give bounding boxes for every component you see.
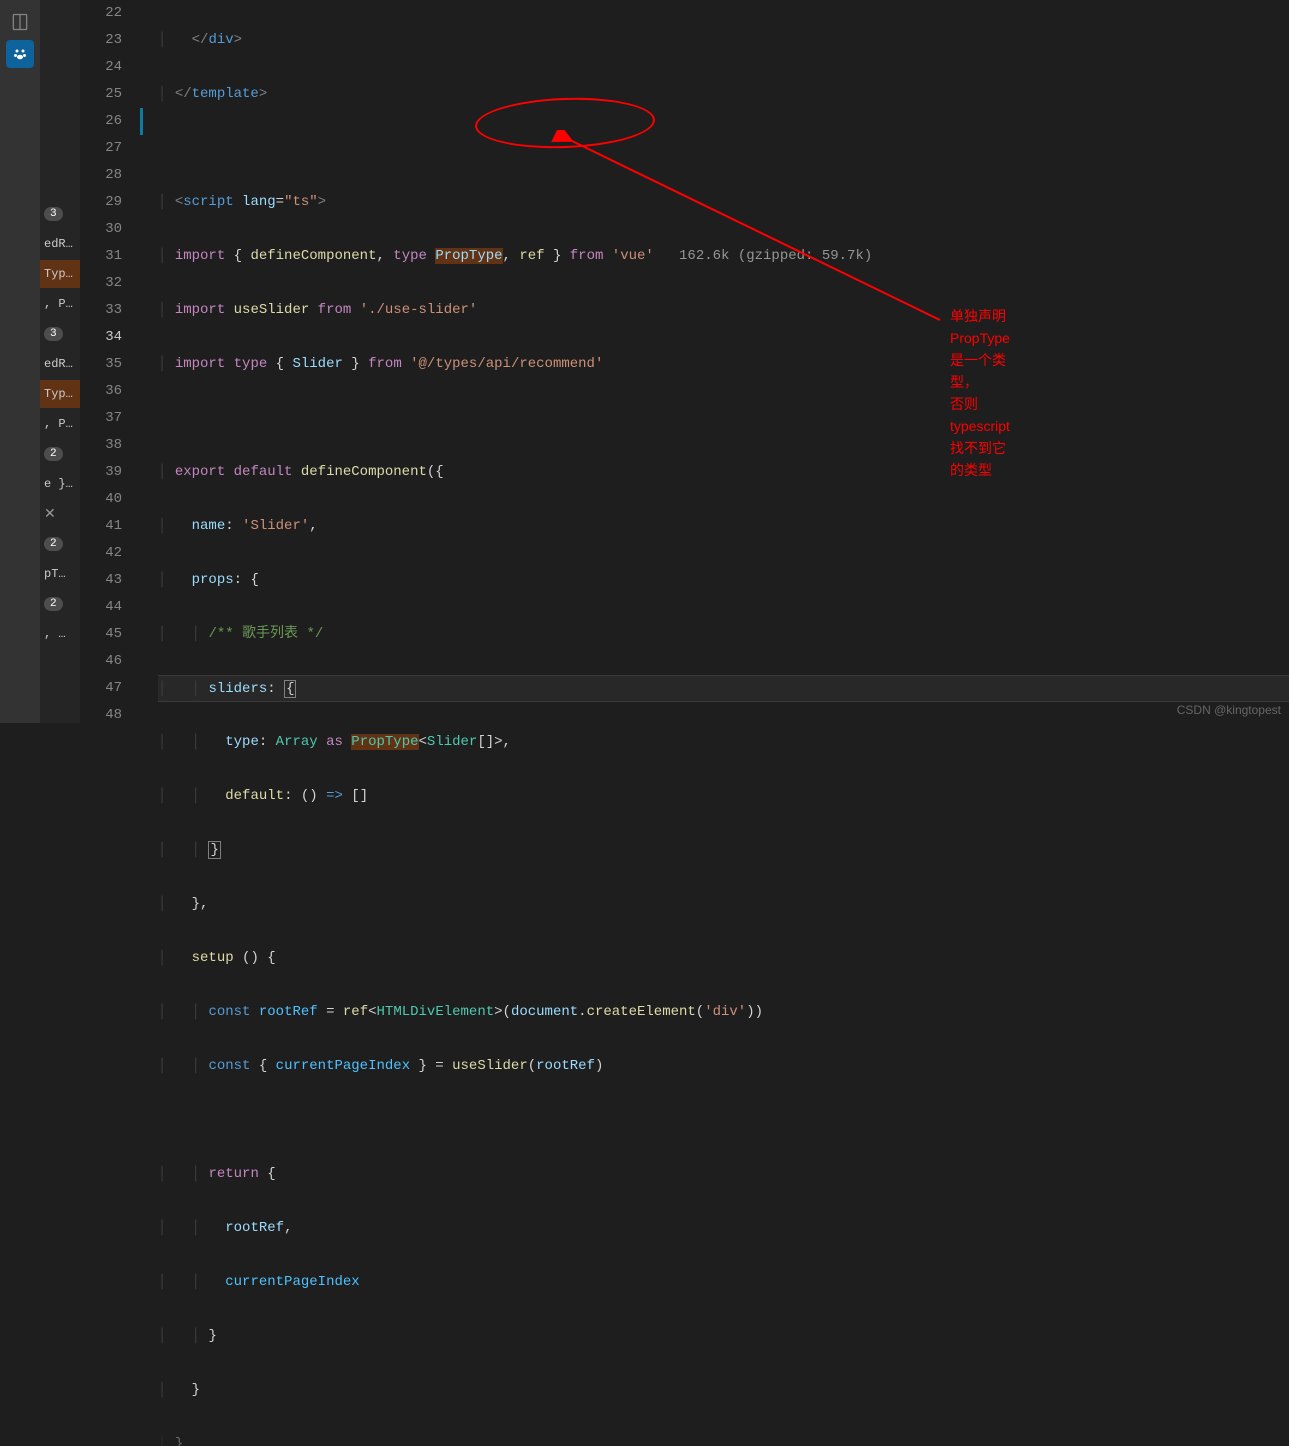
tab-item[interactable]: Typ… [40,260,80,288]
code-editor[interactable]: 2223242526272829303132333435363738394041… [80,0,1289,723]
tab-item[interactable]: Typ… [40,380,80,408]
tab-close[interactable]: ✕ [40,500,80,528]
tab-item[interactable]: , … [40,620,80,648]
close-icon[interactable]: ✕ [44,506,56,523]
activity-bar [0,0,40,723]
code-content[interactable]: │ </div> │ </template> │ <script lang="t… [158,0,1289,1446]
tab-item[interactable]: , P… [40,410,80,438]
tab-item[interactable]: pT… [40,560,80,588]
book-icon[interactable] [6,8,34,36]
tab-item[interactable]: edR… [40,350,80,378]
tab-badge[interactable]: 3 [40,200,80,228]
tab-item[interactable]: , P… [40,290,80,318]
tab-badge[interactable]: 3 [40,320,80,348]
tab-badge[interactable]: 2 [40,440,80,468]
tab-badge[interactable]: 2 [40,530,80,558]
tab-item[interactable]: e }… [40,470,80,498]
line-gutter: 2223242526272829303132333435363738394041… [80,0,140,729]
watermark: CSDN @kingtopest [1177,703,1281,717]
tab-badge[interactable]: 2 [40,590,80,618]
import-size-hint: 162.6k (gzipped: 59.7k) [654,248,872,264]
sidebar-open-editors: 3 edR… Typ… , P… 3 edR… Typ… , P… 2 e }…… [40,0,80,723]
tab-item[interactable]: edR… [40,230,80,258]
paw-icon[interactable] [6,40,34,68]
